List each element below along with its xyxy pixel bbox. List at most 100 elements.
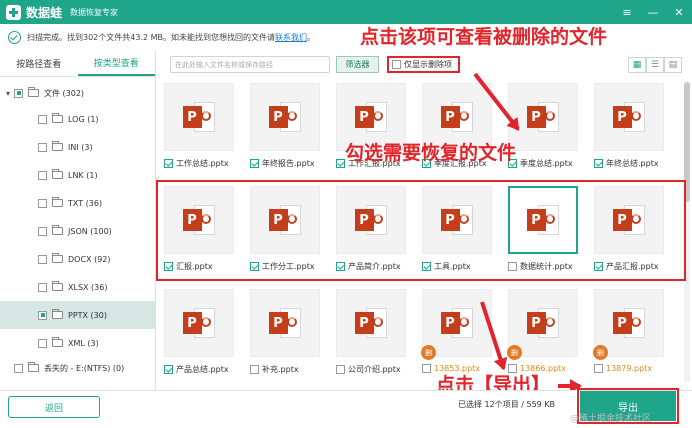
tree-item-lost[interactable]: 丢失的 - E:(NTFS) (0) [0, 354, 124, 382]
show-deleted-only-toggle[interactable]: 仅显示删除项 [387, 56, 460, 73]
checkbox[interactable] [38, 226, 47, 236]
pptx-icon: P [268, 102, 302, 132]
folder-icon [52, 281, 63, 291]
file-checkbox[interactable] [336, 159, 345, 168]
show-deleted-only-label: 仅显示删除项 [404, 60, 452, 69]
status-text: 扫描完成。找到302个文件共43.2 MB。如未能找到您想找回的文件请联系我们。 [27, 32, 316, 42]
pptx-icon: P [526, 308, 560, 338]
tree-label: PPTX (30) [68, 310, 107, 320]
file-name: 13879.pptx [606, 364, 653, 373]
deleted-badge-icon: 删 [593, 345, 608, 360]
tree-item-log[interactable]: LOG (1) [0, 105, 155, 133]
annotation-view-deleted: 点击该项可查看被删除的文件 [360, 26, 608, 48]
pptx-icon: P [526, 102, 560, 132]
checkbox[interactable] [38, 310, 47, 320]
file-checkbox[interactable] [164, 365, 173, 374]
checkbox[interactable] [38, 170, 47, 180]
file-name: 年终报告.pptx [262, 159, 315, 168]
tree-label: LNK (1) [68, 170, 98, 180]
selection-summary: 已选择 12个项目 / 559 KB [458, 400, 556, 409]
tree-label: 丢失的 - E:(NTFS) (0) [44, 363, 125, 373]
tree-item-xml[interactable]: XML (3) [0, 329, 155, 357]
checkbox[interactable] [38, 114, 47, 124]
folder-icon [52, 309, 63, 319]
file-thumbnail[interactable]: P [336, 289, 406, 357]
file-checkbox[interactable] [164, 159, 173, 168]
detail-view-icon[interactable]: ▤ [664, 56, 682, 73]
close-icon[interactable]: ✕ [666, 6, 692, 19]
filter-button[interactable]: 筛选器 [336, 56, 379, 73]
tree-label: XML (3) [68, 338, 99, 348]
app-name: 数据蛙 [26, 5, 63, 20]
file-thumbnail[interactable]: P删 [421, 289, 492, 360]
annotation-arrow-icon [558, 379, 582, 393]
list-view-icon[interactable]: ☰ [646, 56, 664, 73]
back-button[interactable]: 返回 [8, 396, 100, 418]
tree-item-xlsx[interactable]: XLSX (36) [0, 273, 155, 301]
tree-item-docx[interactable]: DOCX (92) [0, 245, 155, 273]
pptx-icon: P [612, 102, 646, 132]
file-name: 补充.pptx [262, 365, 299, 374]
menu-icon[interactable]: ≡ [614, 6, 640, 19]
file-thumbnail[interactable]: P [250, 289, 320, 357]
grid-view-icon[interactable]: ▦ [628, 56, 646, 73]
file-checkbox[interactable] [594, 159, 603, 168]
folder-icon [52, 141, 63, 151]
checkbox[interactable] [38, 142, 47, 152]
tree-root[interactable]: ▾ 文件 (302) [0, 81, 155, 105]
pptx-icon: P [268, 308, 302, 338]
file-name: 工作总结.pptx [176, 159, 229, 168]
pptx-icon: P [440, 308, 474, 338]
app-subtitle: 数据恢复专家 [70, 7, 119, 17]
watermark: @稀土掘金技术社区 [570, 414, 652, 424]
folder-icon [52, 253, 63, 263]
file-checkbox[interactable] [250, 365, 259, 374]
search-input[interactable]: 在此处输入文件名称或保存路径 [170, 56, 330, 73]
tree-item-json[interactable]: JSON (100) [0, 217, 155, 245]
minimize-icon[interactable]: — [640, 6, 666, 19]
toolbar: 在此处输入文件名称或保存路径 筛选器 仅显示删除项 ▦ ☰ ▤ [156, 50, 692, 79]
file-thumbnail[interactable]: P [164, 289, 234, 357]
chevron-down-icon[interactable]: ▾ [6, 89, 14, 98]
tree-label: DOCX (92) [68, 254, 111, 264]
checkbox[interactable] [392, 60, 401, 69]
app-logo: 数据蛙 数据恢复专家 [6, 4, 118, 21]
tree-item-txt[interactable]: TXT (36) [0, 189, 155, 217]
pptx-icon: P [182, 308, 216, 338]
folder-icon [28, 87, 39, 97]
file-type-tree: ▾ 文件 (302) LOG (1) INI (3) LNK (1) TXT (… [0, 77, 155, 357]
tree-item-ini[interactable]: INI (3) [0, 133, 155, 161]
tree-label: INI (3) [68, 142, 93, 152]
file-name: 公司介绍.pptx [348, 365, 401, 374]
file-checkbox[interactable] [250, 159, 259, 168]
pptx-icon: P [440, 102, 474, 132]
left-panel: 按路径查看 按类型查看 ▾ 文件 (302) LOG (1) INI (3) L… [0, 50, 156, 390]
file-thumbnail[interactable]: P [594, 83, 664, 151]
checkbox[interactable] [38, 198, 47, 208]
root-checkbox[interactable] [14, 88, 23, 98]
folder-icon [52, 113, 63, 123]
checkbox[interactable] [38, 254, 47, 264]
tree-item-lnk[interactable]: LNK (1) [0, 161, 155, 189]
tab-by-path[interactable]: 按路径查看 [0, 50, 78, 76]
title-bar: 数据蛙 数据恢复专家 ≡ — ✕ [0, 0, 692, 24]
file-checkbox[interactable] [422, 364, 431, 373]
check-circle-icon [8, 30, 21, 44]
file-checkbox[interactable] [594, 364, 603, 373]
pptx-icon: P [612, 308, 646, 338]
file-thumbnail[interactable]: P删 [507, 289, 578, 360]
checkbox[interactable] [38, 338, 47, 348]
tab-by-type[interactable]: 按类型查看 [77, 50, 155, 76]
file-checkbox[interactable] [336, 365, 345, 374]
file-thumbnail[interactable]: P删 [593, 289, 664, 360]
tree-item-pptx[interactable]: PPTX (30) [0, 301, 155, 329]
tree-label: TXT (36) [68, 198, 103, 208]
folder-icon [52, 197, 63, 207]
file-thumbnail[interactable]: P [164, 83, 234, 151]
file-thumbnail[interactable]: P [508, 83, 578, 151]
file-thumbnail[interactable]: P [250, 83, 320, 151]
checkbox[interactable] [14, 363, 23, 373]
tree-label: JSON (100) [68, 226, 112, 236]
checkbox[interactable] [38, 282, 47, 292]
contact-us-link[interactable]: 联系我们 [275, 33, 307, 42]
